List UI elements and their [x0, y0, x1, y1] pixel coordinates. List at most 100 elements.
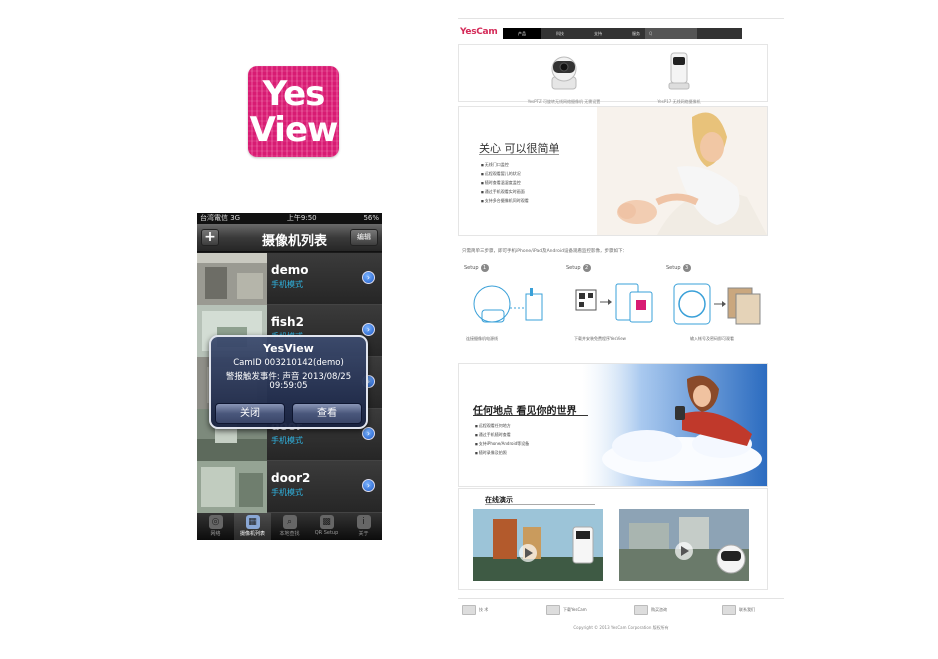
product-caption: YesPTZ 可旋转无线网络摄像机 无需设置 [527, 99, 601, 104]
bullet-item: 通过手机观看实时画面 [481, 187, 529, 196]
care-bullets: 无线门口监控 远程观看婴儿的状况 随时查看温湿度监控 通过手机观看实时画面 支持… [481, 160, 529, 205]
site-header: YesCam 产品 科技 支持 服务 Q [458, 18, 784, 44]
chevron-right-icon[interactable]: › [362, 323, 375, 336]
product-yesptz[interactable]: YesPTZ 可旋转无线网络摄像机 无需设置 [509, 49, 619, 105]
camera-thumbnail [197, 253, 267, 305]
camera-name: door2 [271, 471, 311, 485]
dialog-event-time: 09:59:05 [269, 381, 308, 391]
edit-button[interactable]: 编辑 [350, 229, 378, 246]
site-logo[interactable]: YesCam [460, 27, 498, 37]
care-banner: 关心 可以很简单 无线门口监控 远程观看婴儿的状况 随时查看温湿度监控 通过手机… [458, 106, 768, 236]
tab-network[interactable]: ◎ 网络 [197, 513, 234, 540]
footer-purchase-link[interactable]: 购买咨询 [634, 605, 667, 615]
step-3-caption: 输入帐号及密码即可观看 [690, 336, 734, 341]
dialog-camera-id: CamID 003210142(demo) [233, 358, 344, 368]
qr-code-icon: ▩ [319, 515, 334, 529]
search-icon: ⌕ [282, 515, 297, 529]
footer-tech-link[interactable]: 技 术 [462, 605, 488, 615]
camera-name: fish2 [271, 315, 304, 329]
online-demo-section: 在线演示 [458, 488, 768, 590]
nav-technology[interactable]: 科技 [541, 28, 579, 39]
tab-local-search[interactable]: ⌕ 本地查找 [271, 513, 308, 540]
page-title: 摄像机列表 [261, 234, 327, 249]
anywhere-banner: 任何地点 看见你的世界 远程观看任何地方 通过手机随时查看 支持iPhone/A… [458, 363, 768, 487]
download-icon [546, 605, 560, 615]
tab-label: 摄像机列表 [239, 531, 265, 537]
mail-icon [722, 605, 736, 615]
bullet-item: 随时录像及拍照 [475, 448, 529, 457]
site-search-input[interactable]: Q [645, 28, 697, 39]
footer-contact-link[interactable]: 联系我们 [722, 605, 755, 615]
title-underline [473, 415, 588, 416]
dialog-title: YesView [263, 342, 314, 355]
steps-intro: 只需简单三步骤，即可手机iPhone/iPad及Android设备观看监控影像，… [462, 249, 627, 254]
tab-bar: ◎ 网络 ▦ 摄像机列表 ⌕ 本地查找 ▩ QR Setup i 关于 [197, 513, 382, 540]
clock-label: 上午9:50 [286, 214, 317, 222]
footer-download-link[interactable]: 下载YesCam [546, 605, 587, 615]
tab-label: 关于 [358, 531, 369, 537]
document-icon [462, 605, 476, 615]
step-1-caption: 连接摄像机电源线 [466, 336, 498, 341]
info-icon: i [356, 515, 371, 529]
globe-icon: ◎ [208, 515, 223, 529]
title-underline [485, 504, 595, 505]
step-1-illustration [473, 285, 543, 323]
carrier-label: 台湾電信 3G [200, 214, 241, 222]
camera-list-icon: ▦ [245, 515, 260, 529]
chevron-right-icon[interactable]: › [362, 479, 375, 492]
bullet-item: 支持iPhone/Android等设备 [475, 439, 529, 448]
product-caption: YesP17 无线网络摄像机 [657, 99, 701, 104]
camera-thumbnail [197, 461, 267, 513]
step-3-illustration [673, 283, 761, 325]
site-nav: 产品 科技 支持 服务 [503, 28, 742, 39]
step-2-label: Setup 2 [566, 264, 591, 272]
status-bar: 台湾電信 3G 上午9:50 56% [197, 213, 382, 224]
navigation-bar: + 摄像机列表 编辑 [197, 224, 382, 252]
tab-camera-list[interactable]: ▦ 摄像机列表 [234, 513, 271, 540]
bullet-item: 支持多台摄像机同时观看 [481, 196, 529, 205]
tab-label: 本地查找 [279, 531, 300, 537]
cube-camera-image [668, 52, 690, 90]
alert-dialog: YesView CamID 003210142(demo) 警报触发事件: 声音… [209, 335, 368, 429]
step-2-illustration [575, 283, 653, 323]
title-underline [479, 154, 559, 155]
demo-video-2[interactable] [619, 509, 749, 581]
cart-icon [634, 605, 648, 615]
logo-text-view: View [249, 110, 339, 150]
woman-on-cloud-photo [587, 364, 767, 486]
nav-support[interactable]: 支持 [579, 28, 617, 39]
add-camera-button[interactable]: + [201, 229, 219, 246]
bullet-item: 远程观看任何地方 [475, 421, 529, 430]
copyright: Copyright © 2013 YesCam Corporation 版权所有 [573, 625, 669, 630]
yescam-webpage: YesCam 产品 科技 支持 服务 Q YesPTZ 可旋转无线网络摄像机 无… [458, 18, 784, 638]
ptz-camera-image [551, 56, 577, 90]
camera-row-demo[interactable]: demo 手机模式 › [197, 253, 382, 305]
step-1-label: Setup 1 [464, 264, 489, 272]
site-footer: 技 术 下载YesCam 购买咨询 联系我们 Copyright © 2013 … [458, 598, 784, 638]
step-2-caption: 下载并安装免费程序YesView [574, 336, 626, 341]
logo-text-yes: Yes [262, 74, 326, 114]
tab-about[interactable]: i 关于 [345, 513, 382, 540]
demo-video-1[interactable] [473, 509, 603, 581]
camera-row-door2[interactable]: door2 手机模式 › [197, 461, 382, 513]
product-strip: YesPTZ 可旋转无线网络摄像机 无需设置 YesP17 无线网络摄像机 [458, 44, 768, 105]
mother-baby-photo [597, 107, 767, 235]
camera-mode: 手机模式 [271, 488, 303, 497]
chevron-right-icon[interactable]: › [362, 271, 375, 284]
nav-products[interactable]: 产品 [503, 28, 541, 39]
battery-label: 56% [363, 214, 379, 222]
chevron-right-icon[interactable]: › [362, 427, 375, 440]
bullet-item: 通过手机随时查看 [475, 430, 529, 439]
yesview-app-logo: Yes View [248, 66, 339, 157]
close-button[interactable]: 关闭 [215, 403, 285, 424]
setup-steps: 只需简单三步骤，即可手机iPhone/iPad及Android设备观看监控影像，… [458, 248, 768, 348]
view-button[interactable]: 查看 [292, 403, 362, 424]
camera-mode: 手机模式 [271, 280, 303, 289]
tab-qr-setup[interactable]: ▩ QR Setup [308, 513, 345, 540]
product-yesp17[interactable]: YesP17 无线网络摄像机 [624, 49, 734, 105]
step-3-label: Setup 3 [666, 264, 691, 272]
bullet-item: 随时查看温湿度监控 [481, 178, 529, 187]
bullet-item: 无线门口监控 [481, 160, 529, 169]
anywhere-bullets: 远程观看任何地方 通过手机随时查看 支持iPhone/Android等设备 随时… [475, 421, 529, 457]
bullet-item: 远程观看婴儿的状况 [481, 169, 529, 178]
